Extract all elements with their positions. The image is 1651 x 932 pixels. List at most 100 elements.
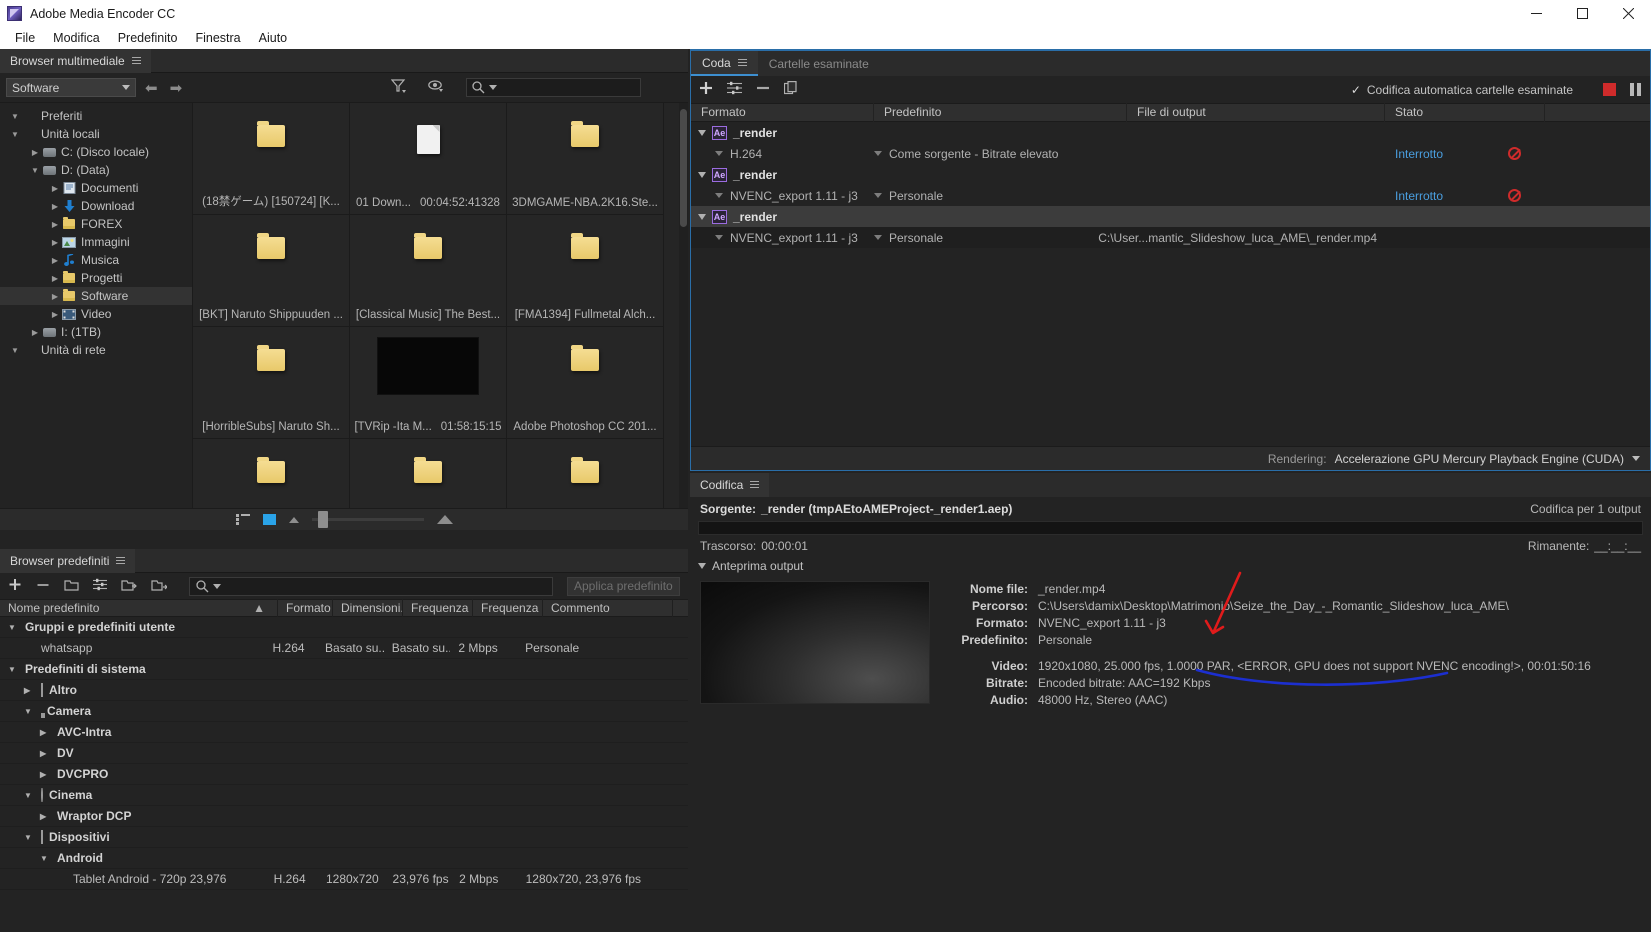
queue-output-row[interactable]: NVENC_export 1.11 - j3 Personale Interrott…: [691, 185, 1650, 206]
queue-status[interactable]: Interrotto: [1395, 189, 1443, 203]
queue-col-header[interactable]: File di output: [1127, 103, 1385, 122]
preset-col-header[interactable]: Frequenza ...: [403, 599, 473, 617]
eye-icon[interactable]: [428, 79, 444, 96]
queue-col-header[interactable]: Formato: [691, 103, 874, 122]
tree-item-immagini[interactable]: ▶ Immagini: [0, 233, 192, 251]
thumbnail-item[interactable]: 01 Down... 00:04:52:41328: [350, 103, 507, 215]
twisty-icon[interactable]: ▶: [48, 256, 62, 265]
preset-col-header[interactable]: Commento: [543, 599, 673, 617]
menu-aiuto[interactable]: Aiuto: [250, 27, 297, 49]
tree-item-video[interactable]: ▶ Video: [0, 305, 192, 323]
twisty-icon[interactable]: [698, 213, 706, 220]
preset-group-row[interactable]: ▼ Android: [0, 848, 688, 869]
chevron-down-icon[interactable]: [874, 235, 882, 240]
tab-preset-browser[interactable]: Browser predefiniti: [0, 548, 136, 573]
auto-encode-watch-folders[interactable]: ✓ Codifica automatica cartelle esaminate: [1351, 83, 1573, 97]
queue-col-header[interactable]: Predefinito: [874, 103, 1127, 122]
source-dropdown[interactable]: Software: [6, 78, 136, 97]
remove-icon[interactable]: [756, 81, 770, 98]
thumbnail-item[interactable]: [507, 439, 664, 508]
twisty-icon[interactable]: ▼: [8, 623, 19, 632]
thumbnail-item[interactable]: [HorribleSubs] Naruto Sh...: [193, 327, 350, 439]
queue-status[interactable]: Interrotto: [1395, 147, 1443, 161]
tree-item-c-disco-locale[interactable]: ▶ C: (Disco locale): [0, 143, 192, 161]
twisty-icon[interactable]: ▼: [8, 112, 22, 121]
preset-group-row[interactable]: ▼ Camera: [0, 701, 688, 722]
close-button[interactable]: [1605, 0, 1651, 27]
output-preview-header[interactable]: Anteprima output: [690, 557, 1651, 575]
new-preset-icon[interactable]: [8, 578, 22, 595]
stop-queue-button[interactable]: [1603, 83, 1616, 96]
tree-item-progetti[interactable]: ▶ Progetti: [0, 269, 192, 287]
preset-row[interactable]: Tablet Android - 720p 23,976 H.264 1280x72…: [0, 869, 688, 890]
twisty-icon[interactable]: ▼: [8, 130, 22, 139]
twisty-icon[interactable]: ▶: [40, 812, 51, 821]
preset-search-box[interactable]: [189, 576, 553, 596]
apply-preset-button[interactable]: Applica predefinito: [566, 576, 680, 596]
twisty-icon[interactable]: ▶: [48, 238, 62, 247]
thumbnail-zoom-slider[interactable]: [311, 511, 424, 528]
preset-group-row[interactable]: ▶ AVC-Intra: [0, 722, 688, 743]
search-dropdown-icon[interactable]: [213, 583, 221, 589]
twisty-icon[interactable]: ▼: [24, 833, 35, 842]
twisty-icon[interactable]: ▼: [24, 791, 35, 800]
maximize-button[interactable]: [1559, 0, 1605, 27]
twisty-icon[interactable]: ▶: [48, 220, 62, 229]
tree-item-d-data[interactable]: ▼ D: (Data): [0, 161, 192, 179]
pause-queue-button[interactable]: [1630, 83, 1642, 96]
preset-group-row[interactable]: ▼ Cinema: [0, 785, 688, 806]
twisty-icon[interactable]: [698, 129, 706, 136]
panel-menu-icon[interactable]: [131, 56, 141, 65]
export-preset-icon[interactable]: [151, 578, 168, 594]
minimize-button[interactable]: [1513, 0, 1559, 27]
tab-encoding[interactable]: Codifica: [690, 473, 770, 497]
panel-menu-icon[interactable]: [737, 58, 747, 67]
tree-item-download[interactable]: ▶ Download: [0, 197, 192, 215]
preset-row[interactable]: whatsapp H.264 Basato su... Basato su... 2 M…: [0, 638, 688, 659]
preset-group-row[interactable]: ▶ Altro: [0, 680, 688, 701]
queue-output-row[interactable]: H.264 Come sorgente - Bitrate elevato Inte…: [691, 143, 1650, 164]
tree-item-unit-di-rete[interactable]: ▼ Unità di rete: [0, 341, 192, 359]
tree-item-i-1tb[interactable]: ▶ I: (1TB): [0, 323, 192, 341]
preset-group-row[interactable]: ▶ Wraptor DCP: [0, 806, 688, 827]
twisty-icon[interactable]: ▼: [40, 854, 51, 863]
twisty-icon[interactable]: ▶: [40, 770, 51, 779]
chevron-down-icon[interactable]: [874, 193, 882, 198]
filter-icon[interactable]: [390, 79, 407, 96]
twisty-icon[interactable]: ▼: [8, 346, 22, 355]
tree-item-preferiti[interactable]: ▼ Preferiti: [0, 107, 192, 125]
twisty-icon[interactable]: ▼: [8, 665, 19, 674]
queue-group-row[interactable]: Ae _render: [691, 206, 1650, 227]
menu-finestra[interactable]: Finestra: [186, 27, 249, 49]
folder-tree[interactable]: ▼ Preferiti ▼ Unità locali ▶ C: (Disco locale…: [0, 103, 193, 508]
zoom-out-icon[interactable]: [288, 516, 299, 523]
twisty-icon[interactable]: ▶: [48, 202, 62, 211]
tab-media-browser[interactable]: Browser multimediale: [0, 48, 151, 73]
forward-arrow-icon[interactable]: ➡: [167, 79, 186, 97]
import-preset-icon[interactable]: [121, 578, 137, 594]
queue-group-row[interactable]: Ae _render: [691, 164, 1650, 185]
twisty-icon[interactable]: ▶: [40, 728, 51, 737]
zoom-in-icon[interactable]: [436, 515, 453, 524]
preset-group-row[interactable]: ▶ DV: [0, 743, 688, 764]
add-output-icon[interactable]: [727, 81, 742, 98]
thumbnail-item[interactable]: Adobe Photoshop CC 201...: [507, 327, 664, 439]
preset-group-row[interactable]: ▶ DVCPRO: [0, 764, 688, 785]
new-folder-icon[interactable]: [64, 578, 79, 594]
preset-col-header[interactable]: Frequenza ...: [473, 599, 543, 617]
preset-group-row[interactable]: ▼ Predefiniti di sistema: [0, 659, 688, 680]
thumbnail-item[interactable]: [Classical Music] The Best...: [350, 215, 507, 327]
thumbnail-item[interactable]: (18禁ゲーム) [150724] [K...: [193, 103, 350, 215]
thumbnail-item[interactable]: [TVRip -Ita M... 01:58:15:15: [350, 327, 507, 439]
twisty-icon[interactable]: ▶: [48, 310, 62, 319]
thumbnail-scrollbar[interactable]: [679, 103, 688, 508]
thumbnail-item[interactable]: [193, 439, 350, 508]
thumbnail-item[interactable]: [BKT] Naruto Shippuuden ...: [193, 215, 350, 327]
tree-item-unit-locali[interactable]: ▼ Unità locali: [0, 125, 192, 143]
chevron-down-icon[interactable]: [874, 151, 882, 156]
grid-view-icon[interactable]: [262, 514, 276, 525]
tree-item-forex[interactable]: ▶ FOREX: [0, 215, 192, 233]
list-view-icon[interactable]: [235, 514, 250, 525]
tree-item-software[interactable]: ▶ Software: [0, 287, 192, 305]
thumbnail-item[interactable]: 3DMGAME-NBA.2K16.Ste...: [507, 103, 664, 215]
